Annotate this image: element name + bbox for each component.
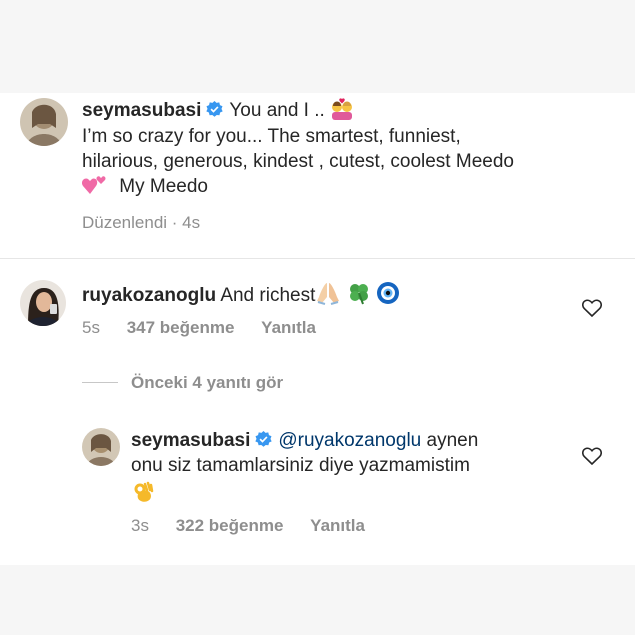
- comment-ruya-line: ruyakozanoglu And richest: [82, 281, 400, 312]
- username[interactable]: seymasubasi: [82, 100, 201, 121]
- divider: [0, 258, 635, 259]
- reply-actions: 3s 322 beğenme Yanıtla: [131, 516, 365, 536]
- verified-badge-icon: [206, 100, 224, 117]
- comment-ruya-actions: 5s 347 beğenme Yanıtla: [82, 318, 316, 338]
- comment-main-line4: My Meedo: [81, 174, 208, 203]
- view-previous-replies-label[interactable]: Önceki 4 yanıtı gör: [131, 373, 283, 392]
- folded-hands-icon: [315, 281, 341, 312]
- timestamp: 5s: [82, 318, 100, 337]
- comment-main-line2: I’m so crazy for you... The smartest, fu…: [82, 126, 461, 147]
- comment-text: aynen: [426, 430, 479, 451]
- heart-icon[interactable]: [582, 447, 602, 466]
- edited-timestamp: Düzenlendi · 4s: [82, 213, 201, 232]
- comment-text: You and I ..: [229, 100, 325, 121]
- ok-hand-icon: [131, 480, 155, 511]
- mention-link[interactable]: @ruyakozanoglu: [278, 430, 421, 451]
- comment-text: And richest: [220, 285, 316, 306]
- avatar[interactable]: [20, 98, 68, 146]
- verified-badge-icon: [255, 430, 273, 447]
- timestamp: 3s: [131, 516, 149, 535]
- avatar[interactable]: [82, 428, 120, 466]
- likes-count[interactable]: 347 beğenme: [127, 318, 235, 337]
- reply-line1: seymasubasi @ruyakozanoglu aynen: [131, 428, 478, 453]
- couple-with-heart-icon: [330, 98, 354, 127]
- nazar-amulet-icon: [376, 281, 400, 312]
- username[interactable]: seymasubasi: [131, 430, 250, 451]
- reply-button[interactable]: Yanıtla: [310, 516, 365, 535]
- avatar[interactable]: [20, 280, 66, 326]
- two-hearts-icon: [81, 174, 108, 203]
- likes-count[interactable]: 322 beğenme: [176, 516, 284, 535]
- comment-main-line3: hilarious, generous, kindest , cutest, c…: [82, 151, 514, 172]
- heart-icon[interactable]: [582, 299, 602, 318]
- reply-button[interactable]: Yanıtla: [261, 318, 316, 337]
- view-previous-replies[interactable]: Önceki 4 yanıtı gör: [131, 373, 283, 393]
- username[interactable]: ruyakozanoglu: [82, 285, 216, 306]
- four-leaf-clover-icon: [347, 281, 371, 312]
- reply-line2: onu siz tamamlarsiniz diye yazmamistim: [131, 455, 470, 476]
- replies-line: [82, 382, 118, 383]
- comment-text: My Meedo: [119, 176, 208, 197]
- reply-line3: [131, 480, 155, 511]
- comment-main-line1: seymasubasi You and I ..: [82, 98, 354, 127]
